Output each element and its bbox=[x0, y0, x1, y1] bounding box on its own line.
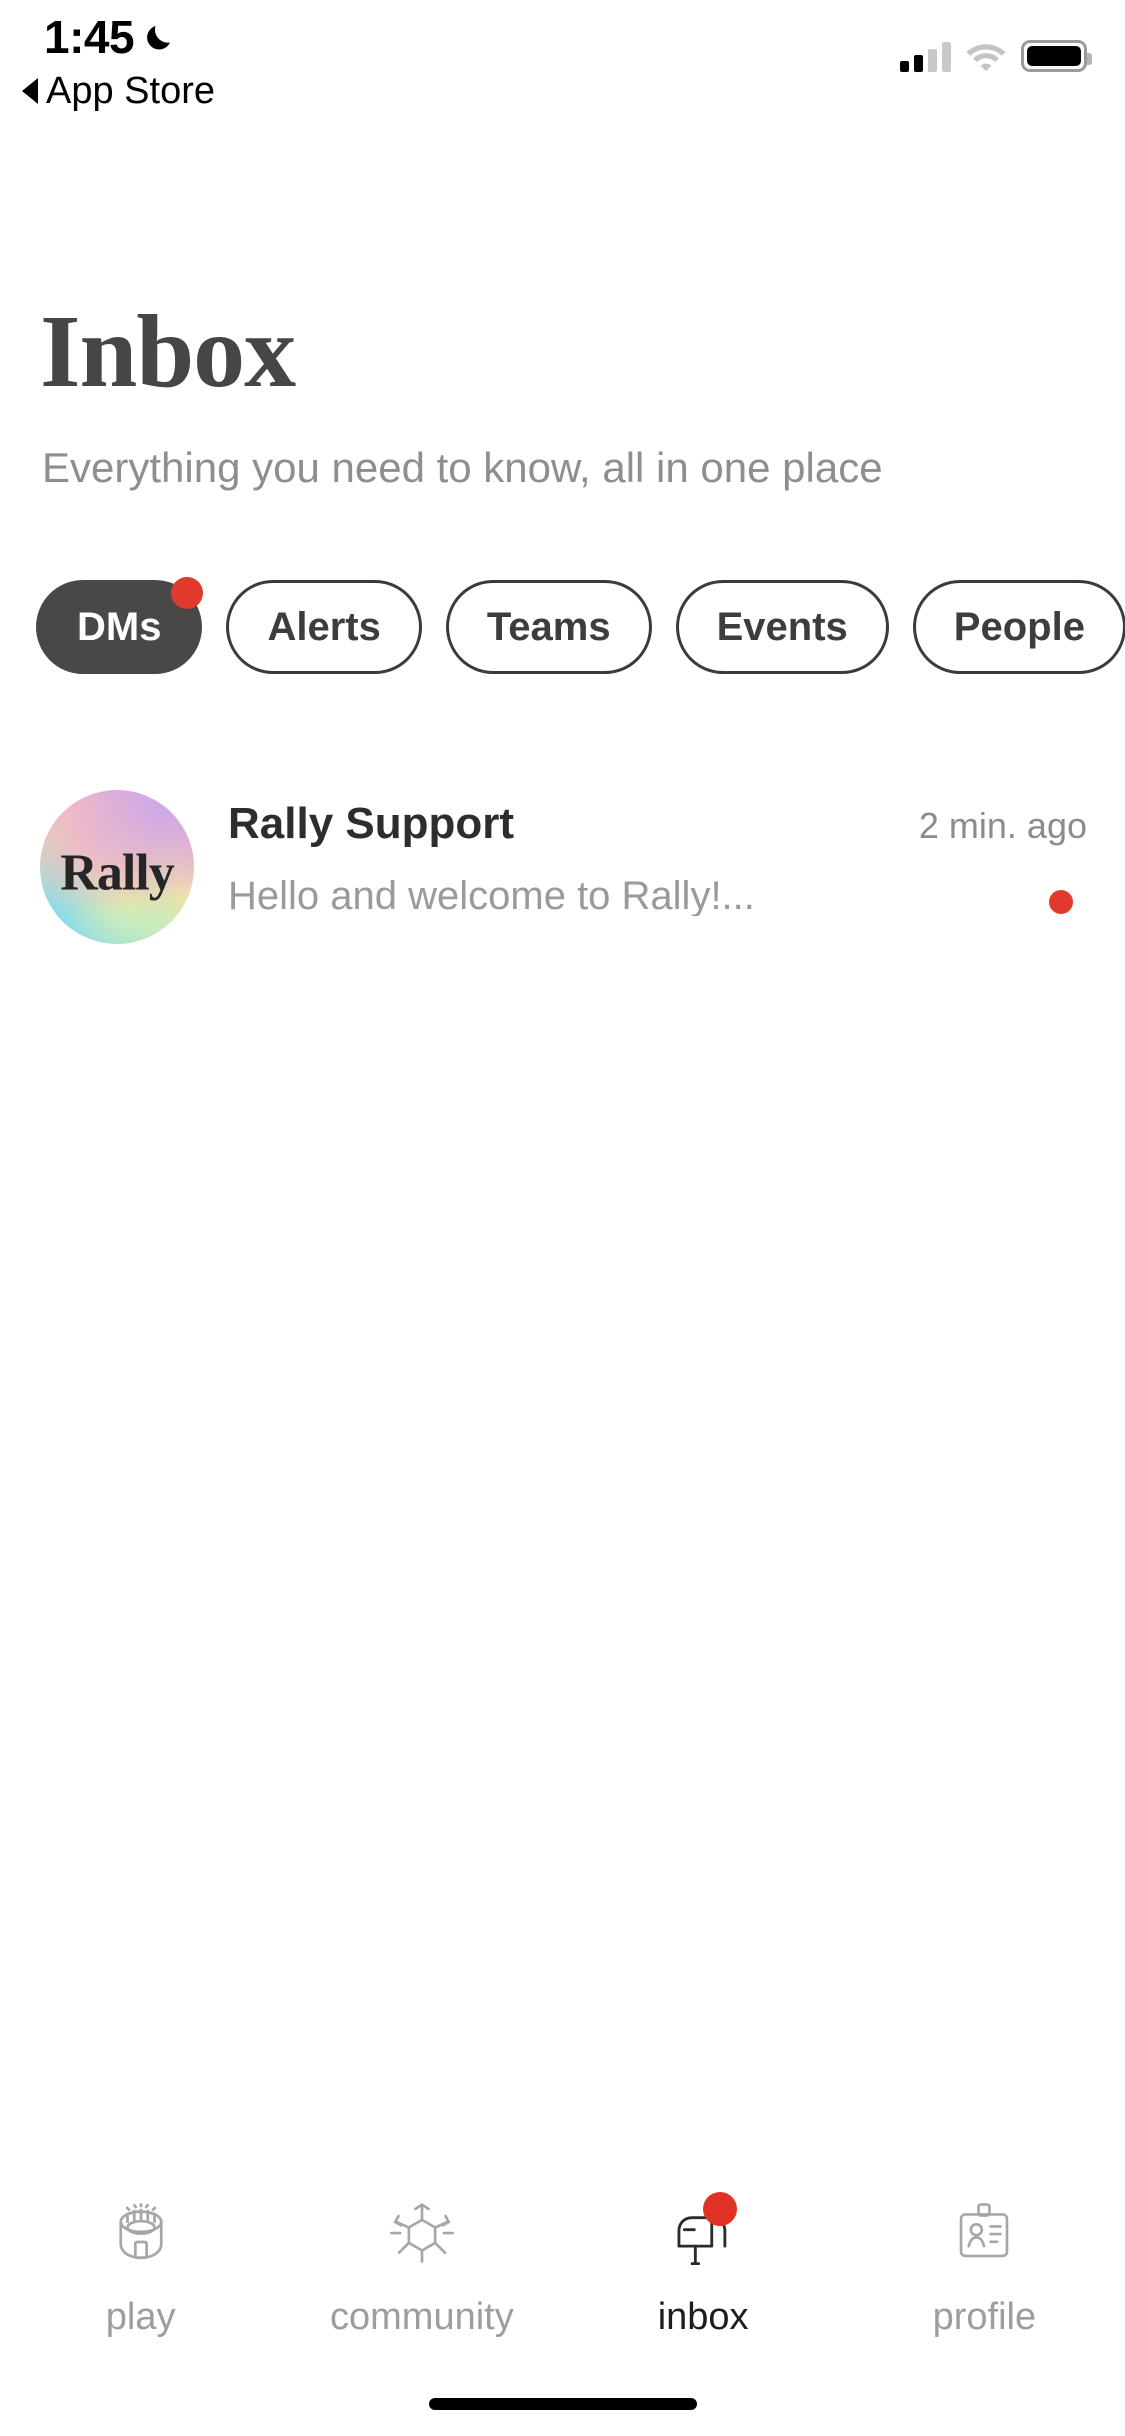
molecule-icon bbox=[374, 2190, 470, 2276]
page-header: Inbox Everything you need to know, all i… bbox=[0, 300, 1125, 489]
tab-label: profile bbox=[932, 2296, 1037, 2338]
avatar-label: Rally bbox=[60, 844, 174, 902]
stadium-icon bbox=[93, 2190, 189, 2276]
filter-pill-alerts[interactable]: Alerts bbox=[226, 580, 422, 674]
back-label: App Store bbox=[46, 70, 215, 112]
home-indicator bbox=[428, 2398, 697, 2410]
filter-pill-label: Alerts bbox=[267, 604, 381, 649]
cellular-signal-icon bbox=[900, 42, 951, 72]
back-to-app-store-button[interactable]: App Store bbox=[22, 72, 215, 110]
message-list: Rally Rally Support 2 min. ago Hello and… bbox=[0, 790, 1125, 944]
list-item[interactable]: Rally Rally Support 2 min. ago Hello and… bbox=[0, 790, 1125, 944]
page-title: Inbox bbox=[40, 294, 296, 409]
status-bar-right bbox=[900, 30, 1092, 72]
tab-play[interactable]: play bbox=[0, 2190, 281, 2336]
tab-profile[interactable]: profile bbox=[844, 2190, 1125, 2336]
tab-community[interactable]: community bbox=[281, 2190, 562, 2336]
unread-dot-icon bbox=[1049, 890, 1073, 914]
filter-pill-people[interactable]: People bbox=[912, 580, 1125, 674]
tab-label: inbox bbox=[657, 2296, 749, 2338]
id-card-icon bbox=[936, 2190, 1032, 2276]
filter-pill-label: People bbox=[953, 604, 1085, 649]
filter-pill-events[interactable]: Events bbox=[675, 580, 889, 674]
message-timestamp: 2 min. ago bbox=[918, 805, 1087, 846]
status-bar: 1:45 App Store bbox=[0, 0, 1125, 132]
page-subtitle: Everything you need to know, all in one … bbox=[42, 444, 883, 491]
tab-label: community bbox=[330, 2296, 514, 2338]
status-bar-left: 1:45 bbox=[44, 14, 178, 60]
filter-pill-teams[interactable]: Teams bbox=[445, 580, 652, 674]
filter-pill-label: Events bbox=[716, 604, 848, 649]
back-triangle-icon bbox=[22, 78, 38, 104]
filter-pill-label: DMs bbox=[77, 604, 162, 649]
filter-pill-dms[interactable]: DMs bbox=[36, 577, 204, 674]
inbox-badge-icon bbox=[703, 2192, 738, 2226]
bottom-tab-bar: play community inbox profile bbox=[0, 2156, 1125, 2436]
wifi-icon bbox=[965, 40, 1007, 72]
message-body: Rally Support 2 min. ago Hello and welco… bbox=[194, 790, 1087, 917]
mailbox-icon bbox=[655, 2190, 751, 2276]
message-preview-text: Hello and welcome to Rally!... bbox=[228, 876, 755, 916]
unread-badge-icon bbox=[171, 577, 204, 609]
tab-inbox[interactable]: inbox bbox=[563, 2190, 844, 2336]
filter-pill-label: Teams bbox=[486, 604, 611, 649]
message-header-row: Rally Support 2 min. ago bbox=[228, 802, 1087, 846]
filter-pill-bar: DMs Alerts Teams Events People bbox=[0, 577, 1125, 674]
avatar: Rally bbox=[40, 790, 194, 944]
status-bar-time: 1:45 bbox=[44, 11, 135, 63]
battery-full-icon bbox=[1021, 40, 1092, 72]
message-sender-name: Rally Support bbox=[228, 799, 515, 848]
tab-label: play bbox=[105, 2296, 176, 2338]
crescent-moon-icon bbox=[144, 20, 178, 54]
